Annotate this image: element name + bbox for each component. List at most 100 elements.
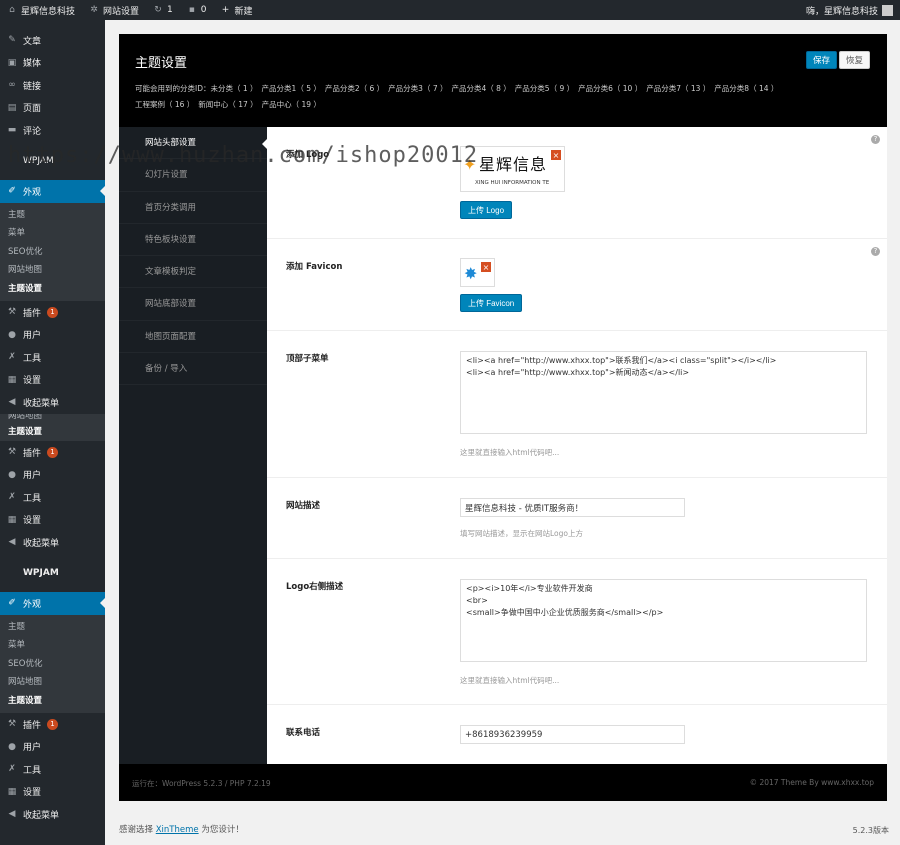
logo-right-textarea[interactable]: <p><i>10年</i>专业软件开发商 <br> <small>争做中国中小企… — [460, 579, 867, 662]
brush-icon: ✐ — [8, 186, 16, 197]
site-description-section: 网站描述 填写网站描述，显示在网站Logo上方 — [267, 478, 887, 559]
menu-settings[interactable]: ▦ 设置 — [0, 369, 105, 392]
category-id: 产品分类5（ 9 ） — [514, 84, 575, 93]
help-icon[interactable]: ? — [871, 135, 880, 144]
collapse-icon: ◀ — [8, 809, 16, 820]
remove-logo-icon[interactable]: × — [550, 149, 562, 161]
panel-header: 主题设置 保存 恢复 可能会用到的分类ID：未分类（ 1 ）产品分类1（ 5 ）… — [119, 34, 887, 127]
submenu-themes[interactable]: 主题 — [0, 206, 105, 225]
menu-tools-2[interactable]: ✗ 工具 — [0, 486, 105, 509]
comments-count: 0 — [200, 5, 207, 15]
site-settings-link[interactable]: ✲ 网站设置 — [82, 0, 146, 20]
info-prefix: 可能会用到的分类ID： — [135, 84, 211, 93]
media-icon: ▣ — [7, 57, 17, 68]
site-settings-label: 网站设置 — [103, 6, 140, 17]
menu-settings-2[interactable]: ▦ 设置 — [0, 509, 105, 532]
user-account-link[interactable]: 嗨，星辉信息科技 — [799, 0, 900, 20]
submenu-theme-settings-2[interactable]: 主题设置 — [0, 423, 105, 442]
site-home-link[interactable]: ⌂ 星辉信息科技 — [0, 0, 82, 20]
submenu-menus-2[interactable]: 菜单 — [0, 636, 105, 655]
category-id: 产品分类7（ 13 ） — [646, 84, 711, 93]
save-button[interactable]: 保存 — [805, 51, 837, 69]
menu-tools[interactable]: ✗ 工具 — [0, 346, 105, 369]
collapse-icon: ◀ — [8, 537, 16, 548]
menu-users-3[interactable]: ● 用户 — [0, 736, 105, 759]
top-submenu-textarea[interactable]: <li><a href="http://www.xhxx.top">联系我们</… — [460, 351, 867, 434]
menu-plugins[interactable]: ⚒ 插件 1 — [0, 301, 105, 324]
category-id: 产品分类4（ 8 ） — [451, 84, 511, 93]
plugins-badge-2: 1 — [47, 446, 59, 458]
plugins-badge: 1 — [47, 306, 59, 318]
panel-footer-runtime: 运行在：WordPress 5.2.3 / PHP 7.2.19 — [132, 779, 271, 788]
site-description-input[interactable] — [460, 498, 685, 517]
tab-post-templates[interactable]: 文章模板判定 — [119, 256, 267, 289]
site-description-label: 网站描述 — [286, 501, 321, 511]
submenu-seo[interactable]: SEO优化 — [0, 243, 105, 262]
tab-feature-blocks[interactable]: 特色板块设置 — [119, 224, 267, 257]
submenu-theme-settings[interactable]: 主题设置 — [0, 280, 105, 299]
tab-backup-import[interactable]: 备份 / 导入 — [119, 353, 267, 386]
submenu-seo-2[interactable]: SEO优化 — [0, 655, 105, 674]
settings-icon: ▦ — [7, 786, 17, 797]
logo-right-label: Logo右侧描述 — [286, 582, 344, 592]
submenu-sitemap-2[interactable]: 网站地图 — [0, 414, 105, 423]
menu-comments[interactable]: ▬ 评论 — [0, 119, 105, 142]
favicon-star-icon: ✸ — [464, 264, 478, 283]
upload-logo-button[interactable]: 上传 Logo — [460, 201, 513, 219]
help-icon[interactable]: ? — [871, 247, 880, 256]
user-icon: ● — [8, 469, 16, 480]
plugins-badge-3: 1 — [47, 718, 59, 730]
menu-wpjam-2[interactable]: WPJAM — [0, 562, 105, 585]
upload-favicon-button[interactable]: 上传 Favicon — [460, 294, 523, 312]
menu-media[interactable]: ▣ 媒体 — [0, 52, 105, 75]
options-content: 添加 Logo ? ✦ 星辉信息 XING HUI INFORMATION TE… — [267, 127, 887, 764]
page-icon: ▤ — [7, 102, 17, 113]
menu-collapse-2[interactable]: ◀ 收起菜单 — [0, 531, 105, 554]
category-id: 未分类（ 1 ） — [210, 84, 258, 93]
menu-posts[interactable]: ✎ 文章 — [0, 29, 105, 52]
admin-footer: 感谢选择 XinTheme 为您设计！ 5.2.3版本 — [119, 823, 889, 835]
menu-collapse[interactable]: ◀ 收起菜单 — [0, 391, 105, 414]
theme-link[interactable]: XinTheme — [156, 825, 199, 835]
tab-map-page[interactable]: 地图页面配置 — [119, 321, 267, 354]
menu-tools-3[interactable]: ✗ 工具 — [0, 758, 105, 781]
user-icon: ● — [8, 329, 16, 340]
refresh-icon: ↻ — [154, 5, 162, 15]
menu-users[interactable]: ● 用户 — [0, 324, 105, 347]
brush-icon: ✐ — [8, 598, 16, 609]
menu-appearance-2[interactable]: ✐ 外观 — [0, 592, 105, 615]
reset-button[interactable]: 恢复 — [838, 51, 870, 69]
link-icon: ∞ — [8, 80, 16, 91]
submenu-menus[interactable]: 菜单 — [0, 224, 105, 243]
menu-plugins-2[interactable]: ⚒ 插件 1 — [0, 441, 105, 464]
new-content-link[interactable]: + 新建 — [214, 0, 260, 20]
comments-link[interactable]: ▪ 0 — [180, 0, 214, 20]
top-submenu-hint: 这里就直接输入html代码吧... — [460, 448, 560, 457]
plus-icon: + — [221, 5, 230, 15]
updates-link[interactable]: ↻ 1 — [146, 0, 180, 20]
remove-favicon-icon[interactable]: × — [480, 261, 492, 273]
admin-bar: ⌂ 星辉信息科技 ✲ 网站设置 ↻ 1 ▪ 0 + 新建 嗨，星辉信息科技 — [0, 0, 900, 20]
comment-icon: ▪ — [188, 5, 195, 15]
menu-settings-3[interactable]: ▦ 设置 — [0, 781, 105, 804]
submenu-theme-settings-3[interactable]: 主题设置 — [0, 692, 105, 711]
menu-collapse-3[interactable]: ◀ 收起菜单 — [0, 803, 105, 826]
submenu-sitemap[interactable]: 网站地图 — [0, 261, 105, 280]
tab-footer-settings[interactable]: 网站底部设置 — [119, 288, 267, 321]
watermark: https://www.huzhan.com/ishop20012 — [8, 143, 479, 168]
submenu-themes-2[interactable]: 主题 — [0, 618, 105, 637]
settings-icon: ▦ — [7, 374, 17, 385]
menu-users-2[interactable]: ● 用户 — [0, 464, 105, 487]
tab-home-categories[interactable]: 首页分类调用 — [119, 192, 267, 224]
menu-pages[interactable]: ▤ 页面 — [0, 97, 105, 120]
menu-links[interactable]: ∞ 链接 — [0, 74, 105, 97]
menu-appearance[interactable]: ✐ 外观 — [0, 180, 105, 203]
options-tabs: 网站头部设置 幻灯片设置 首页分类调用 特色板块设置 文章模板判定 网站底部设置… — [119, 127, 267, 764]
footer-thanks-suffix: 为您设计！ — [201, 825, 244, 835]
wpjam-icon — [7, 568, 17, 578]
category-id: 产品分类3（ 7 ） — [388, 84, 448, 93]
user-icon: ● — [8, 741, 16, 752]
menu-plugins-3[interactable]: ⚒ 插件 1 — [0, 713, 105, 736]
submenu-sitemap-3[interactable]: 网站地图 — [0, 673, 105, 692]
phone-input[interactable] — [460, 725, 685, 744]
